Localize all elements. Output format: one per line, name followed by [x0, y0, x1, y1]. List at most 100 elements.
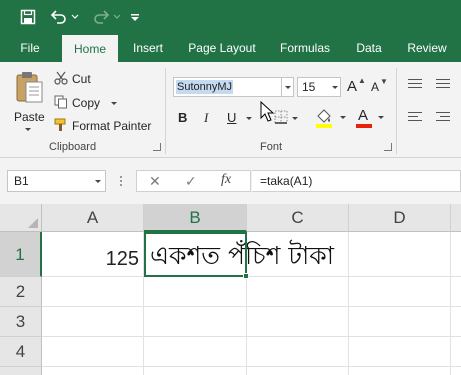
font-name-dropdown-button[interactable] — [281, 78, 293, 96]
cell-d5[interactable] — [349, 367, 451, 375]
grow-arrow-icon: ▲ — [358, 76, 366, 85]
active-cell-outline — [144, 232, 249, 279]
customize-icon[interactable] — [128, 7, 142, 27]
name-box[interactable]: B1 — [7, 170, 106, 192]
fill-color-swatch — [316, 124, 332, 128]
name-box-value: B1 — [14, 174, 29, 188]
grow-font-button[interactable]: A ▲ — [347, 76, 366, 97]
font-color-label: A — [358, 107, 369, 124]
format-painter-label: Format Painter — [72, 119, 152, 133]
cell-b2[interactable] — [144, 277, 247, 307]
cell-d1[interactable] — [349, 232, 451, 277]
undo-dropdown-icon[interactable] — [70, 7, 80, 27]
cell-e3[interactable] — [451, 307, 461, 337]
enter-icon[interactable]: ✓ — [185, 173, 197, 190]
paste-button[interactable]: Paste — [8, 68, 48, 134]
tab-formulas[interactable]: Formulas — [274, 34, 336, 62]
font-size-value: 15 — [302, 80, 316, 94]
ribbon: Paste Cut Copy Format Painter Clipboard … — [0, 62, 461, 158]
row-header-3[interactable]: 3 — [0, 307, 42, 337]
tab-insert[interactable]: Insert — [125, 34, 171, 62]
cell-a1[interactable]: 125 — [42, 232, 144, 277]
tab-file[interactable]: File — [10, 34, 50, 62]
column-header-c[interactable]: C — [247, 204, 349, 232]
scissors-icon — [54, 71, 68, 85]
formula-buttons: ✕ ✓ fx — [136, 170, 251, 192]
group-divider — [396, 68, 397, 154]
cell-b3[interactable] — [144, 307, 247, 337]
format-painter-button[interactable]: Format Painter — [54, 117, 154, 135]
cell-c4[interactable] — [247, 337, 349, 367]
bold-button[interactable]: B — [178, 110, 187, 125]
row-header-4[interactable]: 4 — [0, 337, 42, 367]
copy-button[interactable]: Copy — [54, 94, 124, 112]
copy-dropdown-icon — [111, 102, 117, 105]
row-header-1[interactable]: 1 — [0, 232, 42, 277]
cell-d4[interactable] — [349, 337, 451, 367]
font-color-dropdown-icon — [378, 116, 384, 119]
tab-data[interactable]: Data — [347, 34, 391, 62]
font-size-combobox[interactable]: 15 — [297, 77, 341, 97]
italic-button[interactable]: I — [204, 110, 208, 126]
cell-e2[interactable] — [451, 277, 461, 307]
borders-icon — [274, 110, 288, 124]
shrink-font-button[interactable]: A ▼ — [371, 77, 389, 97]
font-dialog-launcher-icon[interactable] — [384, 143, 392, 151]
formula-input[interactable]: =taka(A1) — [252, 170, 461, 192]
cell-d3[interactable] — [349, 307, 451, 337]
copy-icon — [54, 95, 67, 109]
row-header-2[interactable]: 2 — [0, 277, 42, 307]
cut-button[interactable]: Cut — [54, 70, 99, 88]
clipboard-dialog-launcher-icon[interactable] — [153, 143, 161, 151]
underline-button[interactable]: U — [227, 110, 236, 125]
row-header-5[interactable] — [0, 367, 42, 375]
tab-page-layout[interactable]: Page Layout — [182, 34, 262, 62]
column-header-b[interactable]: B — [144, 204, 247, 232]
formula-bar: B1 ✕ ✓ fx =taka(A1) — [0, 158, 461, 204]
cell-c2[interactable] — [247, 277, 349, 307]
cell-a5[interactable] — [42, 367, 144, 375]
insert-function-button[interactable]: fx — [221, 172, 231, 188]
ribbon-tabs: File Home Insert Page Layout Formulas Da… — [0, 34, 461, 62]
font-name-value: SutonnyMJ — [176, 80, 234, 94]
paste-icon — [16, 72, 43, 103]
fill-color-button[interactable] — [315, 107, 347, 131]
redo-dropdown-icon[interactable] — [112, 7, 122, 27]
font-color-button[interactable]: A — [355, 107, 387, 131]
select-all-button[interactable] — [0, 204, 42, 232]
alignment-bottom-icons[interactable] — [408, 109, 458, 129]
underline-dropdown-icon[interactable] — [246, 117, 252, 120]
column-header-a[interactable]: A — [42, 204, 144, 232]
cell-c3[interactable] — [247, 307, 349, 337]
cell-e4[interactable] — [451, 337, 461, 367]
cell-b4[interactable] — [144, 337, 247, 367]
cell-d2[interactable] — [349, 277, 451, 307]
fill-handle[interactable] — [243, 273, 249, 279]
fill-color-dropdown-icon — [340, 116, 346, 119]
shrink-font-label: A — [371, 80, 380, 94]
cell-e1[interactable] — [451, 232, 461, 277]
font-color-swatch — [356, 124, 372, 128]
font-name-combobox[interactable]: SutonnyMJ — [173, 77, 294, 97]
worksheet-grid: A B C D 1 2 3 4 125 একশত পঁচিশ টাকা — [0, 204, 461, 375]
cell-a4[interactable] — [42, 337, 144, 367]
cancel-icon[interactable]: ✕ — [149, 173, 161, 190]
chevron-down-icon — [332, 86, 338, 89]
column-header-e[interactable] — [451, 204, 461, 232]
cursor-pointer-icon — [260, 101, 275, 122]
group-divider — [165, 68, 166, 154]
copy-label: Copy — [72, 96, 101, 110]
redo-icon[interactable] — [90, 7, 112, 27]
cell-a3[interactable] — [42, 307, 144, 337]
cell-a2[interactable] — [42, 277, 144, 307]
save-icon[interactable] — [18, 7, 38, 27]
column-header-d[interactable]: D — [349, 204, 451, 232]
cell-c5[interactable] — [247, 367, 349, 375]
tab-review[interactable]: Review — [400, 34, 454, 62]
tab-home[interactable]: Home — [62, 35, 118, 62]
cell-b5[interactable] — [144, 367, 247, 375]
undo-icon[interactable] — [48, 7, 70, 27]
formula-bar-grip[interactable] — [119, 174, 122, 188]
chevron-down-icon — [285, 86, 291, 89]
alignment-top-icons[interactable] — [408, 76, 458, 96]
